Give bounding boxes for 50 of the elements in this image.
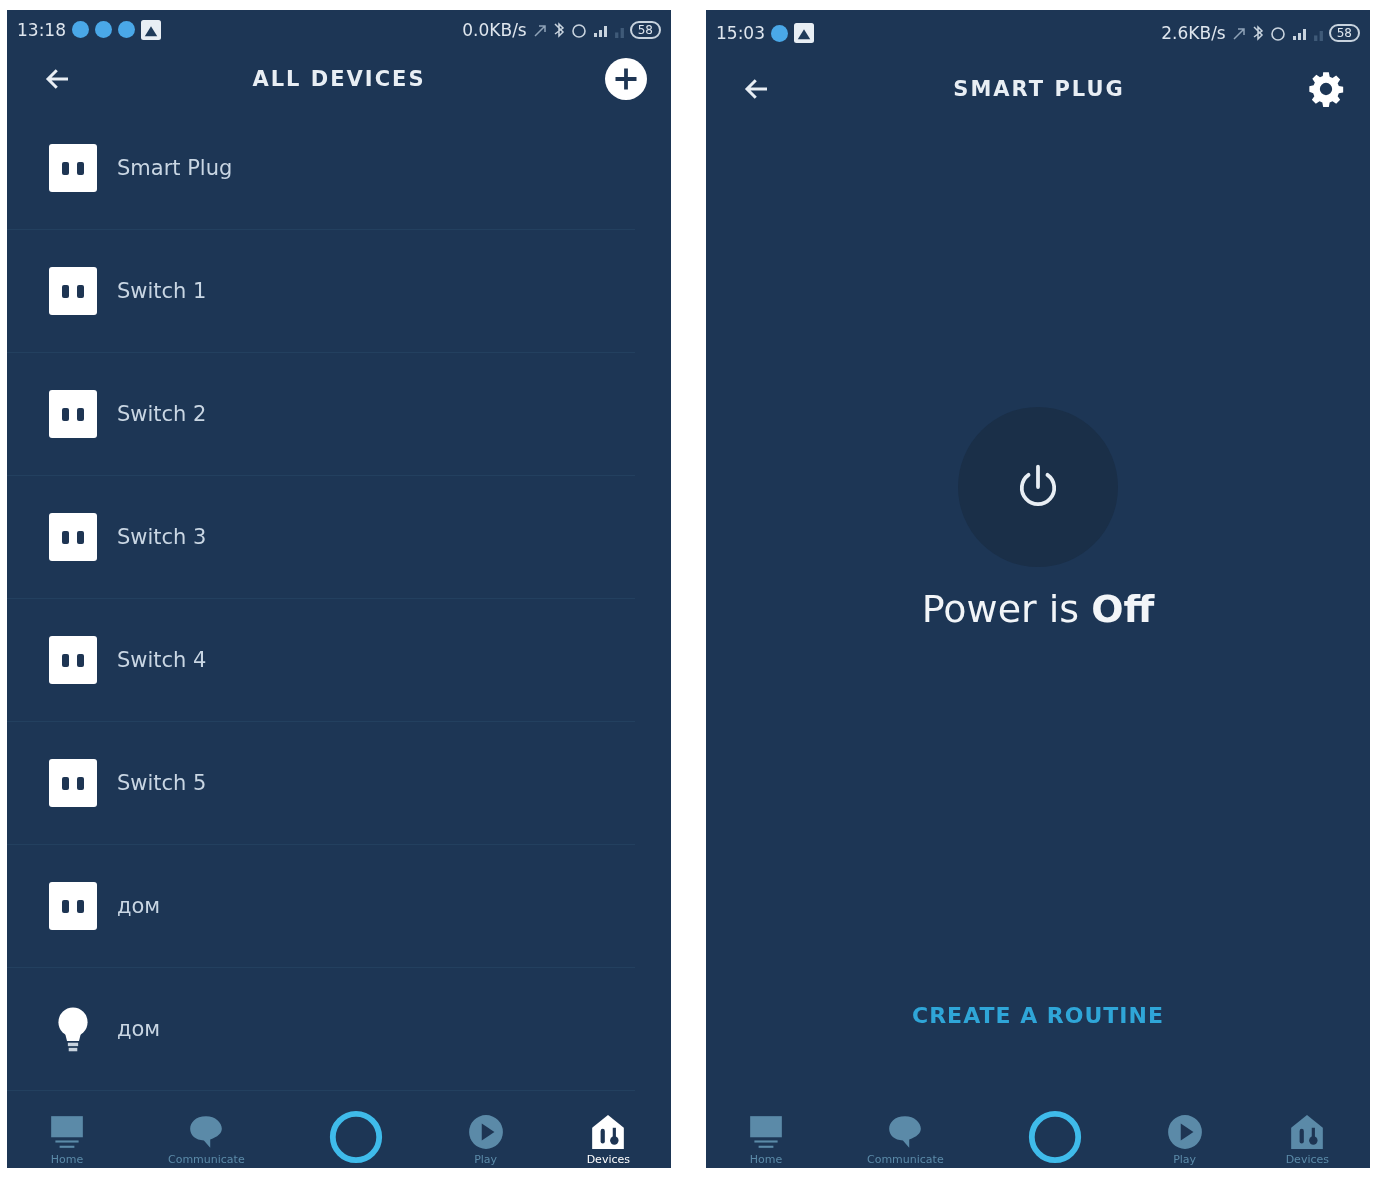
device-name: Switch 2 bbox=[117, 402, 207, 427]
device-row[interactable]: Smart Plug bbox=[7, 107, 635, 231]
plug-icon bbox=[49, 759, 97, 808]
play-icon bbox=[466, 1113, 505, 1151]
home-icon bbox=[48, 1113, 86, 1151]
device-row[interactable]: дом bbox=[7, 845, 635, 969]
plug-icon bbox=[49, 390, 97, 439]
device-name: Switch 4 bbox=[117, 648, 207, 673]
add-button[interactable] bbox=[605, 57, 647, 100]
device-name: Switch 3 bbox=[117, 525, 207, 550]
create-routine-link[interactable]: CREATE A ROUTINE bbox=[912, 1003, 1164, 1028]
image-icon bbox=[794, 23, 814, 43]
battery-level: 58 bbox=[629, 20, 661, 39]
device-row[interactable]: Switch 4 bbox=[7, 599, 635, 723]
plug-icon bbox=[49, 882, 97, 931]
device-row[interactable]: Switch 3 bbox=[7, 476, 635, 600]
status-time: 15:03 bbox=[716, 23, 765, 43]
notification-dot-icon bbox=[72, 21, 89, 39]
device-name: дом bbox=[117, 894, 161, 919]
bluetooth-icon bbox=[1251, 23, 1264, 43]
device-row[interactable]: Switch 5 bbox=[7, 722, 635, 846]
home-icon bbox=[747, 1113, 785, 1151]
plug-icon bbox=[49, 636, 97, 685]
signal-icon bbox=[1313, 31, 1323, 41]
play-icon bbox=[1165, 1113, 1204, 1151]
device-row[interactable]: Switch 2 bbox=[7, 353, 635, 477]
screen-title: SMART PLUG bbox=[953, 77, 1125, 101]
device-name: Smart Plug bbox=[117, 156, 233, 181]
device-name: Switch 1 bbox=[117, 279, 207, 304]
device-name: Switch 5 bbox=[117, 771, 207, 796]
settings-button[interactable] bbox=[1306, 69, 1346, 109]
image-icon bbox=[141, 19, 161, 40]
status-time: 13:18 bbox=[17, 19, 66, 40]
power-status: Power is Off bbox=[921, 587, 1155, 631]
network-speed: 2.6KB/s bbox=[1161, 23, 1226, 43]
screen-title: ALL DEVICES bbox=[252, 66, 426, 91]
notification-dot-icon bbox=[118, 21, 135, 39]
plug-icon bbox=[49, 267, 97, 316]
device-name: дом bbox=[117, 1017, 161, 1042]
signal-icon bbox=[614, 27, 624, 38]
battery-level: 58 bbox=[1328, 24, 1360, 42]
device-row[interactable]: дом bbox=[7, 968, 635, 1092]
plug-icon bbox=[49, 513, 97, 562]
nav-tab[interactable]: Devices bbox=[586, 1113, 630, 1166]
device-row[interactable]: Switch 1 bbox=[7, 230, 635, 354]
network-speed: 0.0KB/s bbox=[462, 19, 527, 40]
bluetooth-icon bbox=[552, 19, 565, 40]
notification-dot-icon bbox=[771, 24, 788, 42]
notification-dot-icon bbox=[95, 21, 112, 39]
plug-icon bbox=[49, 144, 97, 193]
